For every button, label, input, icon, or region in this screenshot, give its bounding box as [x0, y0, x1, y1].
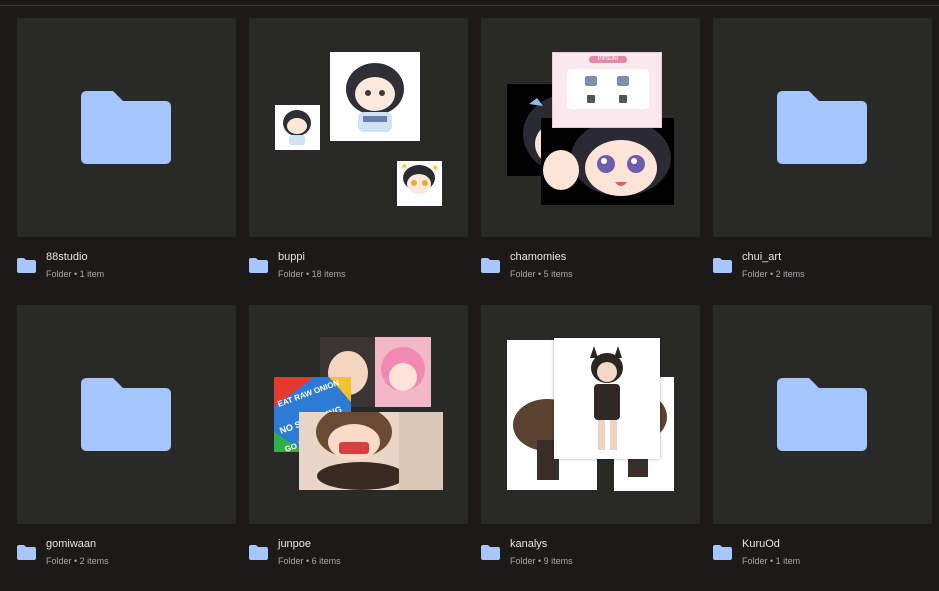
folder-subtitle: Folder • 1 item: [742, 556, 801, 566]
preview-image: [275, 105, 320, 150]
top-divider: [0, 5, 939, 6]
folder-subtitle: Folder • 6 items: [278, 556, 341, 566]
folder-name: chui_art: [742, 251, 782, 263]
folder-subtitle: Folder • 9 items: [510, 556, 573, 566]
folder-subtitle: Folder • 2 items: [742, 269, 805, 279]
folder-name: gomiwaan: [46, 538, 97, 550]
folder-name: junpoe: [278, 538, 312, 550]
preview-image-front: [554, 338, 660, 459]
folder-subtitle: Folder • 18 items: [278, 269, 346, 279]
preview-image: [397, 161, 442, 206]
folder-subtitle: Folder • 2 items: [46, 556, 109, 566]
folder-thumbnail[interactable]: [713, 305, 932, 524]
folder-name: kanalys: [510, 538, 548, 550]
folder-meta: chamomies Folder • 5 items: [481, 250, 700, 290]
folder-icon: [17, 258, 36, 273]
emote-thumbnail: [617, 76, 629, 86]
chamomies-card-image: PIPSUNI: [552, 52, 662, 128]
character-art-image: [590, 346, 623, 450]
folder-thumbnail[interactable]: [17, 305, 236, 524]
folder-meta: buppi Folder • 18 items: [249, 250, 468, 290]
folder-icon: [81, 91, 171, 164]
folder-meta: KuruOd Folder • 1 item: [713, 537, 932, 577]
emote-thumbnail: [619, 95, 627, 103]
emote-thumbnail: [587, 95, 595, 103]
folder-icon: [249, 545, 268, 560]
folder-meta: 88studio Folder • 1 item: [17, 250, 236, 290]
folder-icon: [713, 545, 732, 560]
folder-meta: gomiwaan Folder • 2 items: [17, 537, 236, 577]
folder-subtitle: Folder • 5 items: [510, 269, 573, 279]
chibi-character-image: [401, 163, 438, 194]
folder-name: 88studio: [46, 251, 88, 263]
preview-image: [330, 52, 420, 141]
card-panel: [567, 69, 649, 109]
folder-icon: [777, 378, 867, 451]
folder-icon: [713, 258, 732, 273]
folder-meta: junpoe Folder • 6 items: [249, 537, 468, 577]
folder-thumbnail[interactable]: PIPSUNI: [481, 18, 700, 237]
folder-meta: chui_art Folder • 2 items: [713, 250, 932, 290]
folder-thumbnail[interactable]: EAT RAW ONION NO SWEARING GO BALD: [249, 305, 468, 524]
card-title: PIPSUNI: [589, 56, 627, 63]
chibi-character-image: [283, 110, 311, 145]
folder-icon: [17, 545, 36, 560]
folder-icon: [481, 258, 500, 273]
emote-thumbnail: [585, 76, 597, 86]
character-art-image: [316, 412, 443, 490]
preview-image: [299, 412, 443, 490]
folder-icon: [777, 91, 867, 164]
chibi-character-image: [346, 63, 404, 132]
folder-name: buppi: [278, 251, 305, 263]
chibi-character-image: [543, 120, 671, 196]
preview-image: [541, 118, 674, 205]
folder-subtitle: Folder • 1 item: [46, 269, 105, 279]
folder-thumbnail[interactable]: [713, 18, 932, 237]
folder-name: chamomies: [510, 251, 567, 263]
folder-thumbnail[interactable]: [249, 18, 468, 237]
folder-icon: [81, 378, 171, 451]
folder-icon: [249, 258, 268, 273]
folder-thumbnail[interactable]: [17, 18, 236, 237]
folder-icon: [481, 545, 500, 560]
folder-meta: kanalys Folder • 9 items: [481, 537, 700, 577]
folder-name: KuruOd: [742, 538, 780, 550]
folder-thumbnail[interactable]: [481, 305, 700, 524]
